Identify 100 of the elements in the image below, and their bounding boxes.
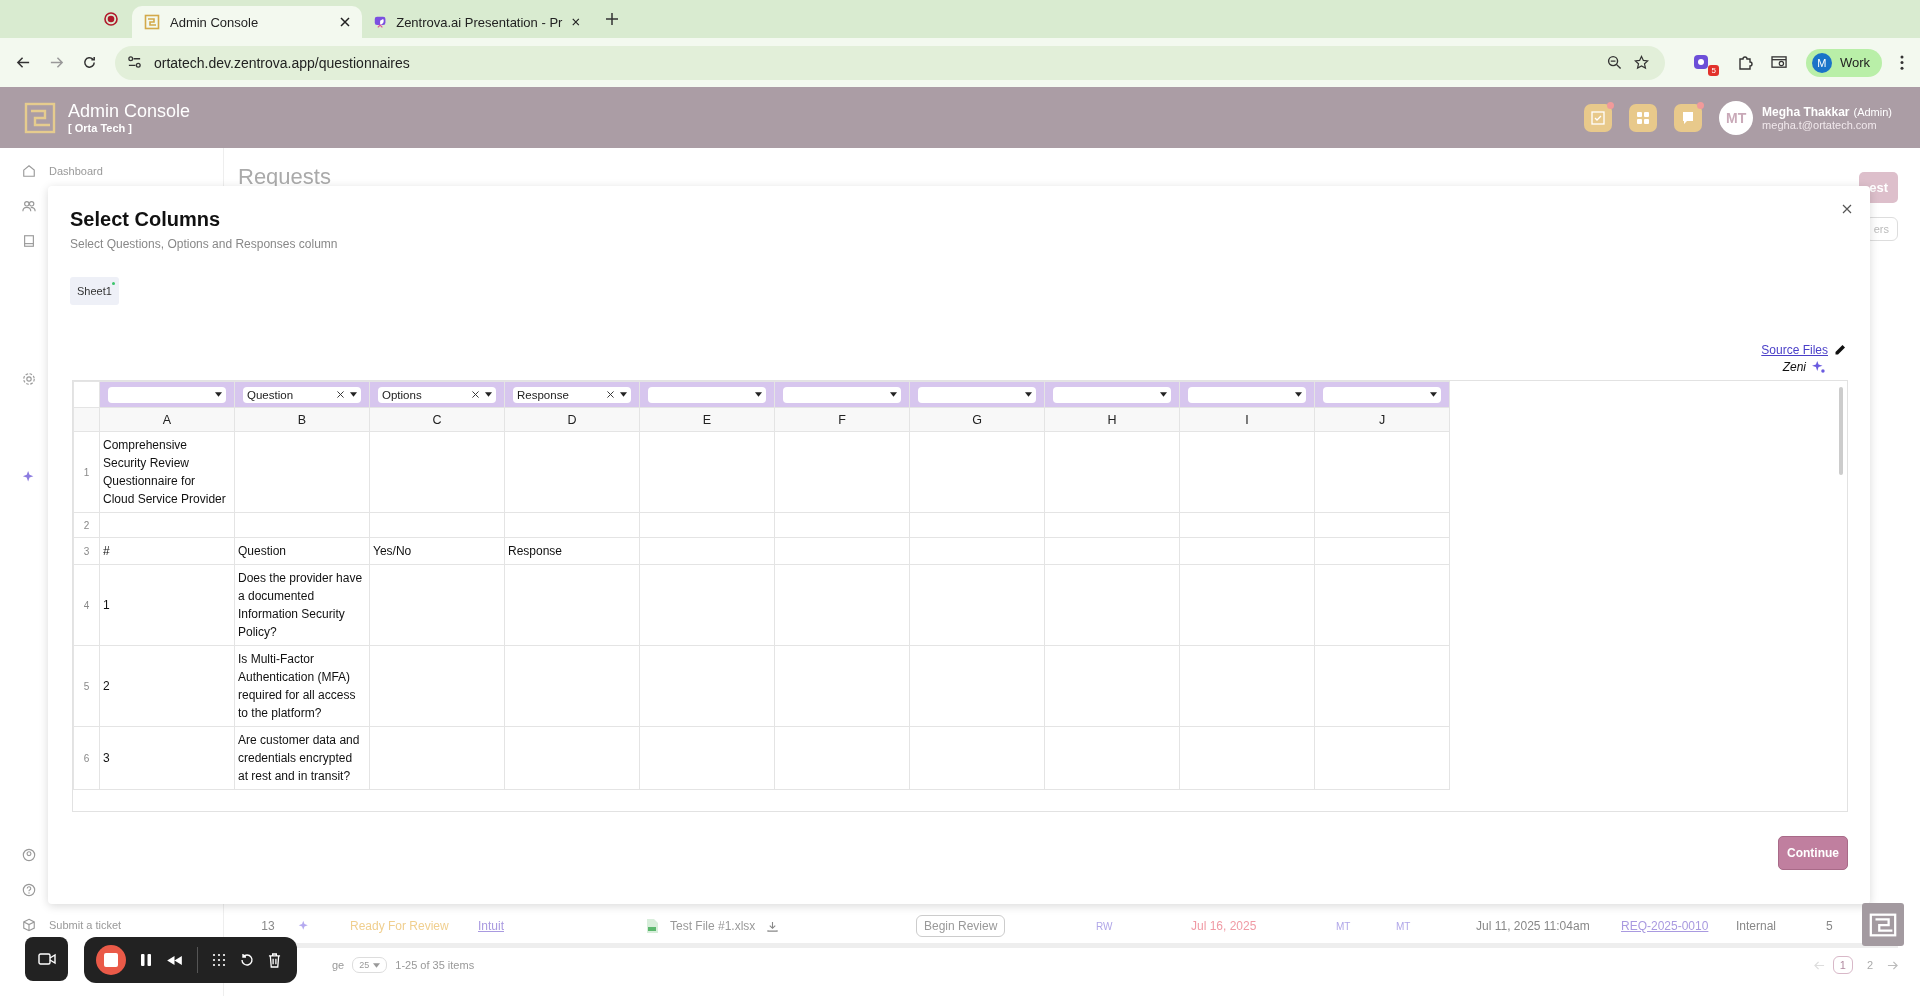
user-role: (Admin): [1853, 105, 1892, 118]
logo-icon: [24, 101, 56, 134]
company-link[interactable]: Intuit: [478, 919, 504, 933]
column-select[interactable]: Options: [378, 386, 496, 403]
sheet-tab[interactable]: Sheet1: [70, 277, 119, 305]
help-icon[interactable]: [22, 883, 36, 897]
back-icon[interactable]: [16, 55, 31, 70]
clear-icon[interactable]: [472, 391, 479, 398]
caret-icon: [1160, 392, 1167, 397]
clear-icon[interactable]: [337, 391, 344, 398]
table-cell: 3: [103, 751, 110, 765]
per-page-select[interactable]: 25: [352, 957, 388, 973]
column-header: F: [774, 407, 910, 432]
new-tab-icon[interactable]: [606, 13, 618, 25]
site-settings-icon[interactable]: [127, 55, 142, 70]
rewind-icon[interactable]: [166, 954, 183, 966]
row-number: 1: [73, 431, 100, 513]
dialog-title: Select Columns: [70, 208, 222, 231]
notification-badge: 5: [1708, 64, 1719, 76]
caret-icon: [485, 392, 492, 397]
close-icon[interactable]: [340, 17, 350, 27]
column-select[interactable]: Response: [513, 386, 631, 403]
user-avatar: MT: [1719, 100, 1754, 135]
reload-icon[interactable]: [82, 55, 97, 70]
clear-icon[interactable]: [607, 391, 614, 398]
column-header: D: [504, 407, 640, 432]
scrollbar-thumb[interactable]: [1839, 387, 1843, 475]
checklist-icon: [1591, 110, 1606, 125]
box-icon[interactable]: [22, 918, 36, 932]
column-header: H: [1044, 407, 1180, 432]
continue-button[interactable]: Continue: [1778, 836, 1848, 870]
users-icon[interactable]: [22, 199, 36, 213]
menu-icon[interactable]: [1900, 55, 1904, 70]
column-header: J: [1314, 407, 1450, 432]
pause-icon[interactable]: [140, 953, 152, 967]
request-link[interactable]: REQ-2025-0010: [1621, 919, 1709, 933]
chat-icon: [1681, 110, 1696, 125]
begin-review-button[interactable]: Begin Review: [916, 915, 1006, 937]
sparkle-icon[interactable]: [1812, 360, 1826, 374]
column-header: I: [1179, 407, 1315, 432]
caret-icon: [1295, 392, 1302, 397]
sidebar-item[interactable]: Submit a ticket: [49, 919, 122, 931]
column-select[interactable]: Question: [243, 386, 361, 403]
column-header: E: [639, 407, 775, 432]
due-date: Jul 16, 2025: [1191, 919, 1258, 933]
forward-icon[interactable]: [49, 55, 64, 70]
puzzle-icon[interactable]: [1736, 54, 1753, 71]
table-cell-text: MT: [1396, 920, 1412, 932]
status-label: Ready For Review: [350, 919, 450, 933]
settings-icon[interactable]: [22, 372, 36, 386]
download-icon[interactable]: [767, 920, 779, 932]
tab-search-icon[interactable]: [1770, 55, 1788, 70]
table-cell: 1: [103, 598, 110, 612]
restart-icon[interactable]: [240, 953, 254, 967]
dot-grid-icon[interactable]: [212, 953, 226, 967]
table-cell: Does the provider have a documented Information Security Policy?: [238, 571, 363, 639]
app-title: Admin Console: [68, 101, 191, 122]
stop-button[interactable]: [96, 945, 126, 975]
org-name: [ Orta Tech ]: [68, 122, 133, 134]
browser-tab[interactable]: Zentrova.ai Presentation - Pr: [362, 6, 592, 38]
table-cell-text: RW: [1095, 920, 1114, 932]
items-summary: 1-25 of 35 items: [395, 959, 475, 971]
user-circle-icon[interactable]: [22, 848, 36, 862]
caret-icon: [890, 392, 897, 397]
pencil-icon[interactable]: [1834, 344, 1846, 356]
zoom-icon[interactable]: [1606, 55, 1622, 70]
table-cell-text: 5: [1826, 919, 1834, 933]
grid-icon: [1636, 110, 1651, 125]
floating-app-button[interactable]: [1862, 903, 1904, 946]
header-action-button[interactable]: [1674, 103, 1703, 132]
caret-icon: [620, 392, 627, 397]
extension-icon[interactable]: [1692, 53, 1711, 72]
record-icon: [104, 12, 118, 26]
table-cell: 2: [103, 679, 110, 693]
star-icon[interactable]: [1633, 55, 1649, 70]
page-number[interactable]: 2: [1860, 957, 1879, 973]
caret-icon: [755, 392, 762, 397]
row-number: 4: [73, 564, 100, 646]
page-number[interactable]: 1: [1832, 956, 1853, 974]
sidebar-item[interactable]: Dashboard: [49, 165, 103, 177]
table-cell: Is Multi-Factor Authentication (MFA) required for all access to the platform?: [238, 652, 356, 720]
dialog-subtitle: Select Questions, Options and Responses column: [70, 237, 339, 251]
close-icon[interactable]: [572, 17, 580, 27]
camera-button[interactable]: [25, 937, 68, 981]
assistant-name: Zeni: [1782, 360, 1806, 374]
book-icon[interactable]: [22, 234, 36, 248]
file-name: Test File #1.xlsx: [670, 919, 756, 933]
user-name: Megha Thakkar: [1762, 104, 1850, 119]
table-cell: Response: [508, 544, 563, 558]
close-icon[interactable]: [1842, 204, 1852, 214]
row-number: 6: [73, 726, 100, 790]
table-cell: Yes/No: [373, 544, 412, 558]
source-files-link[interactable]: Source Files: [1761, 343, 1828, 357]
page-title: Requests: [238, 163, 331, 190]
trash-icon[interactable]: [268, 952, 281, 968]
column-header: B: [234, 407, 370, 432]
address-bar[interactable]: ortatech.dev.zentrova.app/questionnaires: [115, 45, 1665, 80]
browser-tab[interactable]: Admin Console: [132, 6, 362, 38]
header-action-button[interactable]: [1629, 103, 1658, 132]
profile-button[interactable]: M Work: [1805, 48, 1882, 77]
